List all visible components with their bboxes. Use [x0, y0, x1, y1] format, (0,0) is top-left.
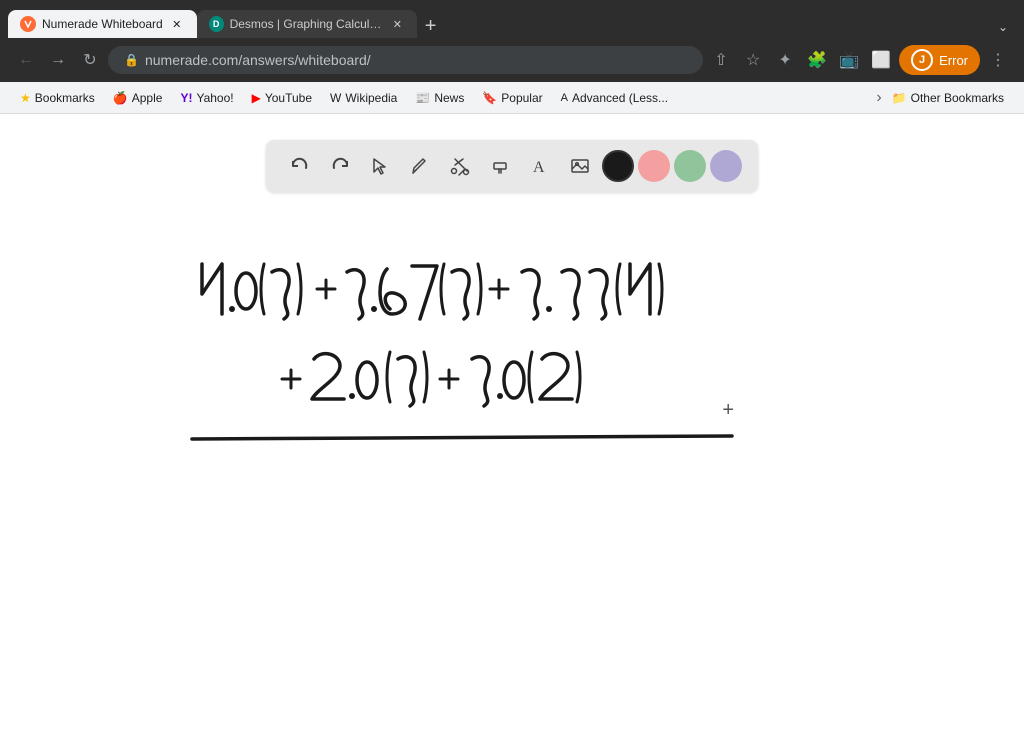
tab-desmos-title: Desmos | Graphing Calculato... — [230, 17, 384, 31]
math-svg — [172, 184, 852, 504]
bookmark-wikipedia-label: Wikipedia — [345, 91, 397, 105]
bookmark-bookmarks-label: Bookmarks — [35, 91, 95, 105]
tab-desmos-close[interactable]: ✕ — [390, 16, 405, 32]
cursor-icon — [369, 155, 391, 177]
bookmark-button[interactable]: ☆ — [739, 46, 767, 74]
text-icon: A — [529, 155, 551, 177]
tab-desmos-favicon: D — [209, 16, 224, 32]
other-bookmarks-label: Other Bookmarks — [911, 91, 1004, 105]
tab-numerade[interactable]: Numerade Whiteboard ✕ — [8, 10, 197, 38]
draw-button[interactable] — [402, 148, 438, 184]
browser-chrome: Numerade Whiteboard ✕ D Desmos | Graphin… — [0, 0, 1024, 114]
back-button[interactable]: ← — [12, 46, 40, 74]
bookmark-youtube-label: YouTube — [265, 91, 312, 105]
image-icon — [569, 155, 591, 177]
apple-icon: 🍎 — [113, 91, 128, 105]
color-black[interactable] — [602, 150, 634, 182]
numerade-logo-icon — [23, 19, 33, 29]
tools-icon — [449, 155, 471, 177]
profile-window-button[interactable]: ⬜ — [867, 46, 895, 74]
address-domain: numerade.com — [145, 52, 238, 68]
tab-numerade-title: Numerade Whiteboard — [42, 17, 163, 31]
pencil-icon — [409, 155, 431, 177]
bookmark-youtube[interactable]: ▶ YouTube — [244, 88, 320, 108]
yahoo-icon: Y! — [180, 91, 192, 105]
whiteboard-container: A + — [0, 114, 1024, 742]
more-options-button[interactable]: ⋮ — [984, 46, 1012, 74]
bookmarks-bar: ★ Bookmarks 🍎 Apple Y! Yahoo! ▶ YouTube … — [0, 82, 1024, 114]
redo-icon — [329, 155, 351, 177]
color-green[interactable] — [674, 150, 706, 182]
highlighter-button[interactable] — [482, 148, 518, 184]
bookmark-news-label: News — [434, 91, 464, 105]
cast-button[interactable]: 📺 — [835, 46, 863, 74]
bookmark-advanced[interactable]: A Advanced (Less... — [553, 88, 676, 108]
bookmark-bookmarks[interactable]: ★ Bookmarks — [12, 88, 103, 108]
reload-button[interactable]: ↻ — [76, 46, 104, 74]
tab-desmos[interactable]: D Desmos | Graphing Calculato... ✕ — [197, 10, 417, 38]
youtube-icon: ▶ — [252, 91, 261, 105]
bookmark-apple-label: Apple — [132, 91, 163, 105]
puzzle-button[interactable]: 🧩 — [803, 46, 831, 74]
advanced-icon: A — [561, 92, 568, 104]
undo-button[interactable] — [282, 148, 318, 184]
profile-error-label: Error — [939, 53, 968, 68]
popular-icon: 🔖 — [482, 91, 497, 105]
svg-text:A: A — [533, 159, 545, 176]
image-button[interactable] — [562, 148, 598, 184]
bookmark-star-icon: ★ — [20, 91, 31, 105]
share-button[interactable]: ⇧ — [707, 46, 735, 74]
math-expression — [172, 184, 852, 509]
new-tab-button[interactable]: + — [417, 14, 445, 38]
folder-icon: 📁 — [892, 91, 907, 105]
address-bar[interactable]: 🔒 numerade.com/answers/whiteboard/ — [108, 46, 703, 74]
forward-button[interactable]: → — [44, 46, 72, 74]
bookmark-yahoo-label: Yahoo! — [196, 91, 233, 105]
other-bookmarks[interactable]: 📁 Other Bookmarks — [884, 88, 1012, 108]
bookmark-news[interactable]: 📰 News — [407, 88, 472, 108]
bookmarks-more-button[interactable]: › — [876, 89, 881, 107]
extension-sparkle-button[interactable]: ✦ — [771, 46, 799, 74]
tab-numerade-close[interactable]: ✕ — [169, 16, 185, 32]
bookmark-advanced-label: Advanced (Less... — [572, 91, 668, 105]
bookmark-apple[interactable]: 🍎 Apple — [105, 88, 171, 108]
bookmark-popular[interactable]: 🔖 Popular — [474, 88, 550, 108]
bookmark-popular-label: Popular — [501, 91, 542, 105]
redo-button[interactable] — [322, 148, 358, 184]
undo-icon — [289, 155, 311, 177]
select-button[interactable] — [362, 148, 398, 184]
lock-icon: 🔒 — [124, 53, 139, 67]
avatar: J — [911, 49, 933, 71]
text-button[interactable]: A — [522, 148, 558, 184]
tools-button[interactable] — [442, 148, 478, 184]
color-purple[interactable] — [710, 150, 742, 182]
address-path: /answers/whiteboard/ — [238, 52, 370, 68]
tab-bar: Numerade Whiteboard ✕ D Desmos | Graphin… — [0, 0, 1024, 38]
nav-bar: ← → ↻ 🔒 numerade.com/answers/whiteboard/… — [0, 38, 1024, 82]
nav-right-buttons: ⇧ ☆ ✦ 🧩 📺 ⬜ J Error ⋮ — [707, 45, 1012, 75]
profile-button[interactable]: J Error — [899, 45, 980, 75]
color-pink[interactable] — [638, 150, 670, 182]
tab-overflow-button[interactable]: ⌄ — [990, 16, 1016, 38]
bookmark-wikipedia[interactable]: W Wikipedia — [322, 88, 405, 108]
news-icon: 📰 — [415, 91, 430, 105]
bookmark-yahoo[interactable]: Y! Yahoo! — [172, 88, 241, 108]
address-text: numerade.com/answers/whiteboard/ — [145, 52, 371, 68]
tab-numerade-favicon — [20, 16, 36, 32]
wikipedia-icon: W — [330, 91, 341, 105]
highlighter-icon — [489, 155, 511, 177]
